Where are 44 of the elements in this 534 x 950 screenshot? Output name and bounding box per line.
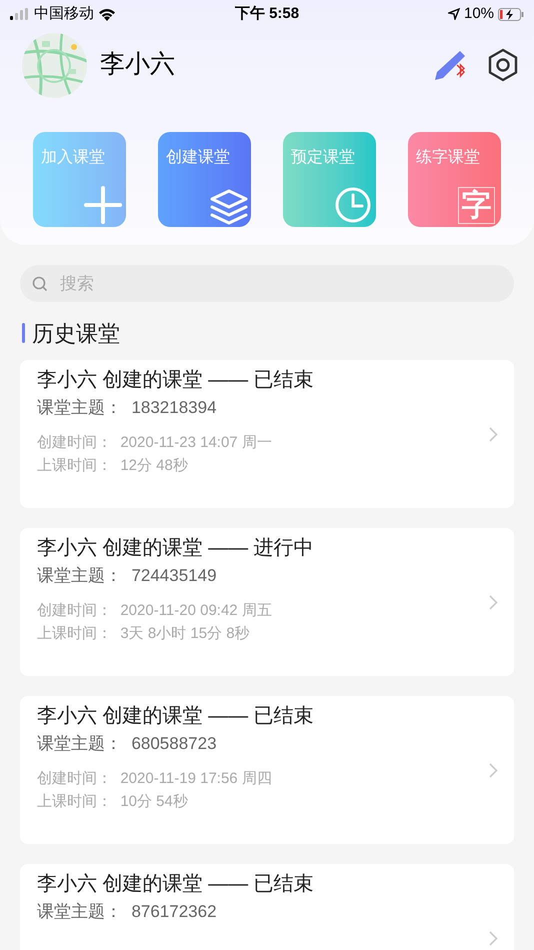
class-card[interactable]: 李小六 创建的课堂 —— 进行中 课堂主题： 724435149 创建时间： 2020-11-20 09:42 周五 上课时间： 3天 8小时 15分 8秒	[20, 528, 514, 676]
clock-icon	[334, 186, 372, 224]
settings-icon[interactable]	[486, 48, 520, 82]
user-name: 李小六	[100, 49, 176, 80]
class-card[interactable]: 李小六 创建的课堂 —— 已结束 课堂主题： 680588723 创建时间： 2020-11-19 17:56 周四 上课时间： 10分 54秒	[20, 696, 514, 844]
class-duration: 上课时间： 3天 8小时 15分 8秒	[37, 624, 250, 644]
class-card[interactable]: 李小六 创建的课堂 —— 已结束 课堂主题： 183218394 创建时间： 2020-11-23 14:07 周一 上课时间： 12分 48秒	[20, 360, 514, 508]
class-title: 李小六 创建的课堂 —— 已结束	[37, 368, 314, 393]
carrier-name: 中国移动	[34, 4, 94, 24]
class-duration: 上课时间： 10分 54秒	[37, 792, 188, 812]
character-grid-icon: 字	[458, 187, 495, 224]
chevron-right-icon	[489, 427, 498, 442]
created-time: 创建时间： 2020-11-19 17:56 周四	[37, 769, 272, 789]
class-duration: 上课时间： 12分 48秒	[37, 456, 188, 476]
action-label: 预定课堂	[291, 148, 355, 168]
chevron-right-icon	[489, 763, 498, 778]
signal-icon	[10, 8, 30, 20]
section-title: 历史课堂	[32, 320, 120, 348]
action-label: 加入课堂	[41, 148, 105, 168]
pen-bluetooth-icon[interactable]	[434, 49, 468, 81]
action-label: 创建课堂	[166, 148, 230, 168]
chevron-right-icon	[489, 931, 498, 946]
created-time: 创建时间： 2020-11-20 09:42 周五	[37, 601, 272, 621]
class-title: 李小六 创建的课堂 —— 已结束	[37, 872, 314, 897]
action-label: 练字课堂	[416, 148, 480, 168]
clock-time: 下午 5:58	[234, 4, 300, 24]
search-icon	[32, 276, 48, 292]
class-topic: 课堂主题： 876172362	[37, 901, 217, 923]
layers-icon	[209, 189, 249, 225]
location-arrow-icon	[448, 8, 460, 20]
class-card[interactable]: 李小六 创建的课堂 —— 已结束 课堂主题： 876172362	[20, 864, 514, 950]
class-topic: 课堂主题： 183218394	[37, 397, 217, 419]
class-title: 李小六 创建的课堂 —— 已结束	[37, 704, 314, 729]
chevron-right-icon	[489, 595, 498, 610]
class-topic: 课堂主题： 724435149	[37, 565, 217, 587]
class-topic: 课堂主题： 680588723	[37, 733, 217, 755]
battery-percent: 10%	[464, 4, 494, 24]
class-title: 李小六 创建的课堂 —— 进行中	[37, 536, 314, 561]
plus-icon	[84, 186, 122, 224]
section-marker	[22, 323, 25, 343]
battery-charging-icon	[498, 8, 524, 20]
wifi-icon	[98, 8, 116, 20]
search-field[interactable]: 搜索	[20, 265, 514, 302]
created-time: 创建时间： 2020-11-23 14:07 周一	[37, 433, 272, 453]
